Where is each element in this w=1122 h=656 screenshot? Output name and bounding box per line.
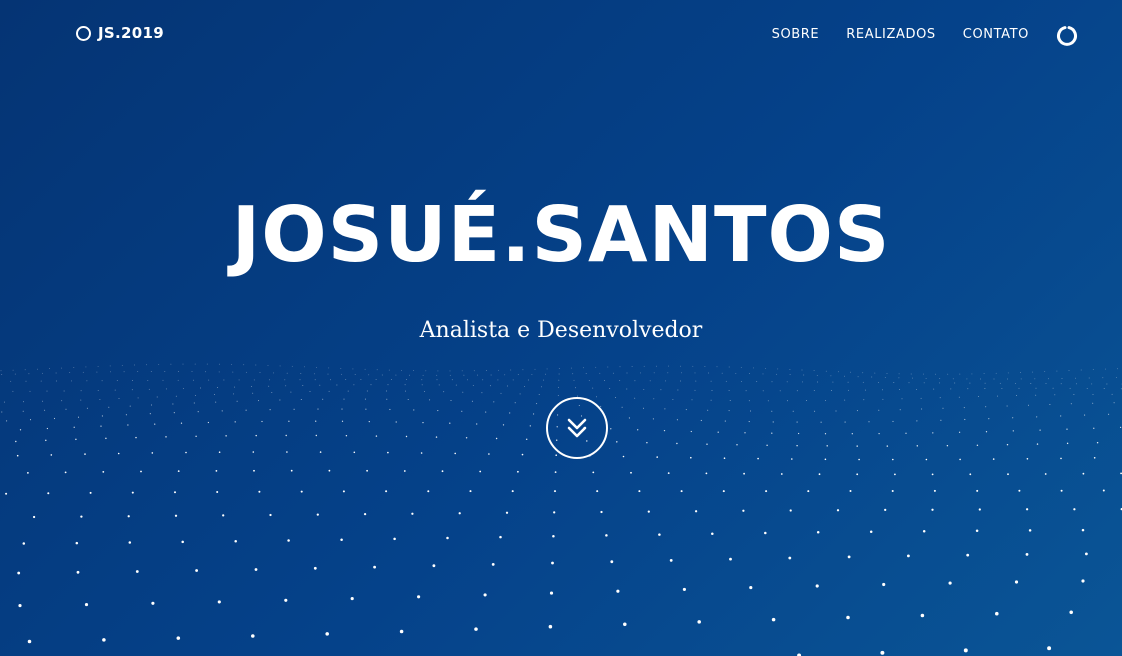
hero-title: JOSUÉ.SANTOS	[231, 191, 891, 280]
hero-subtitle: Analista e Desenvolvedor	[419, 318, 703, 343]
brand-text: JS.2019	[98, 24, 164, 42]
nav-menu: SOBRE REALIZADOS CONTATO	[772, 27, 1029, 42]
nav-link-realizados[interactable]: REALIZADOS	[846, 27, 936, 42]
ring-icon[interactable]	[1056, 25, 1078, 47]
scroll-down-button[interactable]	[546, 397, 608, 459]
brand-logo-link[interactable]: JS.2019	[76, 24, 164, 42]
double-chevron-down-icon	[567, 418, 587, 438]
nav-link-contato[interactable]: CONTATO	[963, 27, 1029, 42]
ring-icon	[76, 25, 91, 41]
top-navigation: JS.2019 SOBRE REALIZADOS CONTATO	[0, 0, 1122, 70]
nav-link-sobre[interactable]: SOBRE	[772, 27, 820, 42]
